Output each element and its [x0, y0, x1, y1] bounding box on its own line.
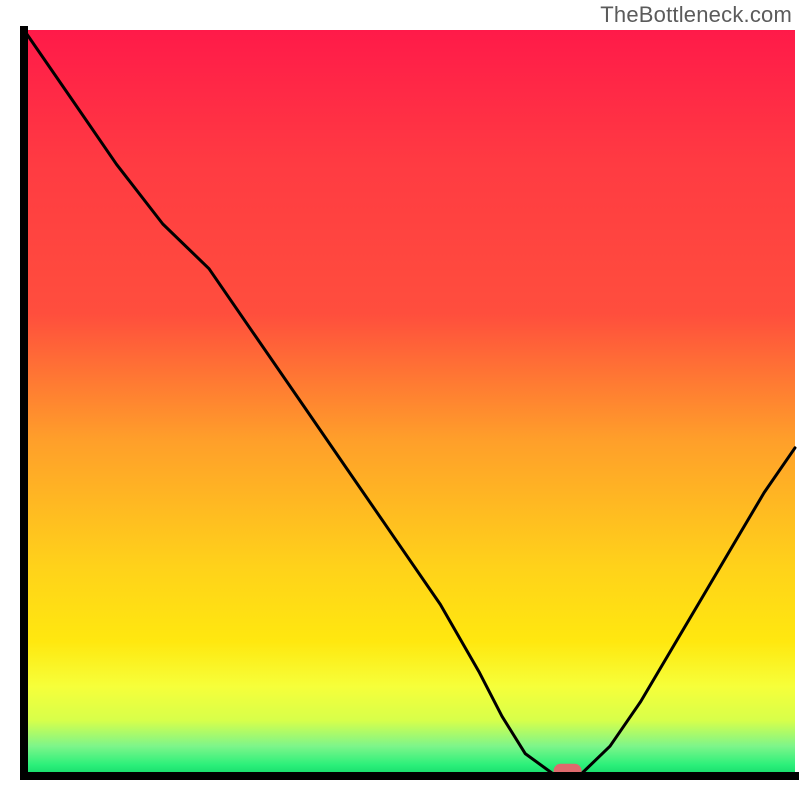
gradient-background — [24, 30, 795, 776]
bottleneck-chart — [0, 0, 800, 800]
watermark-text: TheBottleneck.com — [600, 2, 792, 28]
chart-container: TheBottleneck.com — [0, 0, 800, 800]
